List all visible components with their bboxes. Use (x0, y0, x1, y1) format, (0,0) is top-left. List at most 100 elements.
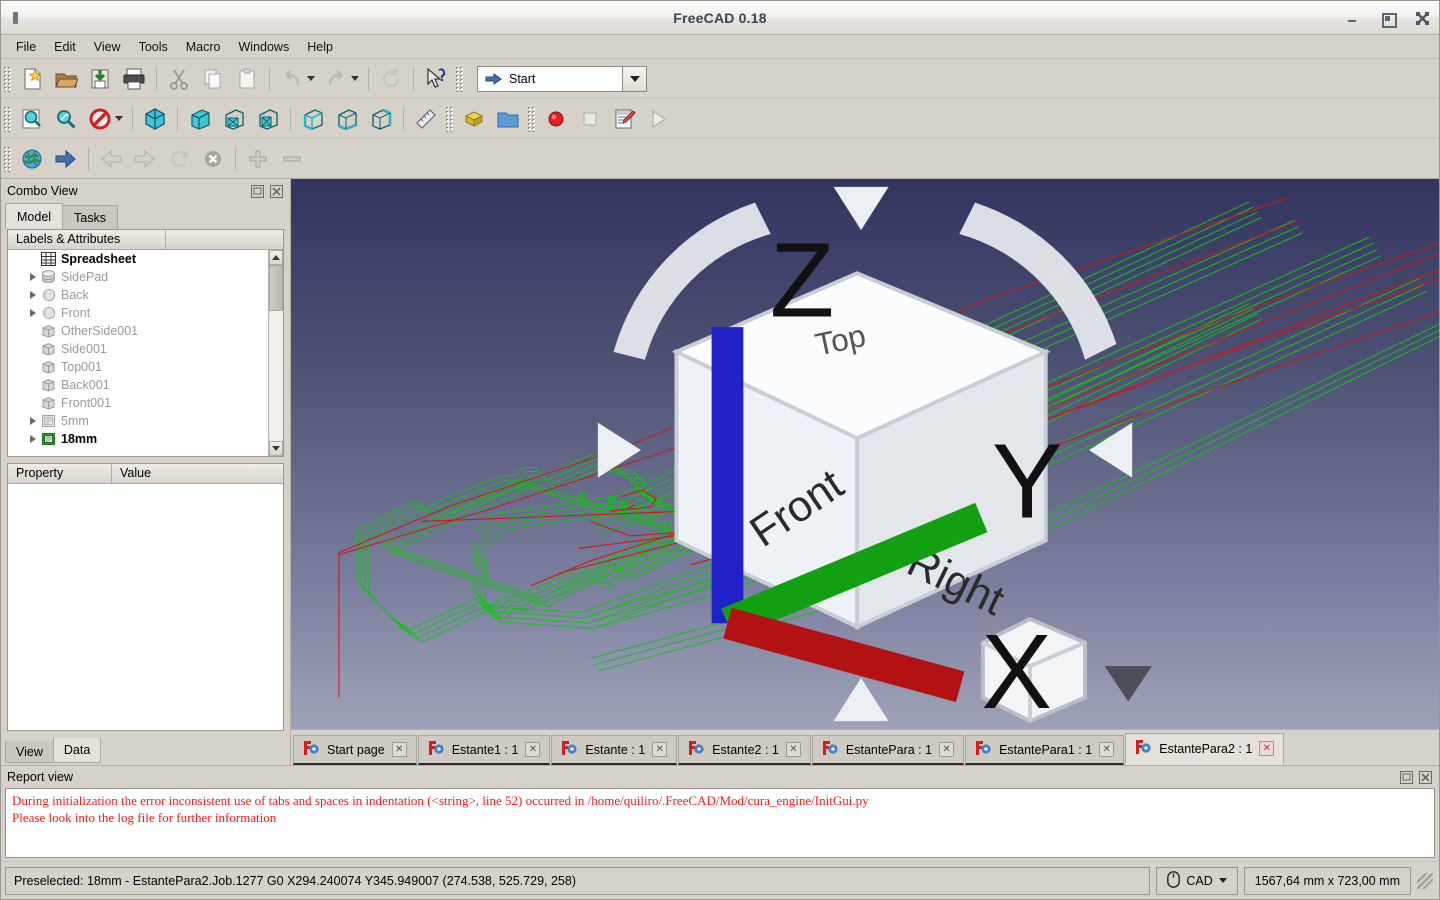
axonometric-view-button[interactable] (138, 103, 172, 135)
document-tab-estante2[interactable]: Estante2 : 1 ✕ (678, 735, 811, 765)
macro-record-button[interactable] (539, 103, 573, 135)
tree-body[interactable]: Spreadsheet SidePad Back Front OtherSide… (8, 250, 283, 456)
web-browser-button[interactable] (15, 143, 49, 175)
toolbar-grip[interactable] (3, 65, 12, 92)
cut-button[interactable] (162, 63, 196, 95)
macro-stop-button[interactable] (573, 103, 607, 135)
tab-view[interactable]: View (5, 741, 54, 763)
close-button[interactable] (1416, 11, 1429, 25)
zoom-out-button[interactable] (275, 143, 309, 175)
top-view-button[interactable] (217, 103, 251, 135)
tree-item-back[interactable]: Back (8, 286, 283, 304)
document-tab-start-page[interactable]: Start page ✕ (293, 735, 417, 765)
print-document-button[interactable] (117, 63, 151, 95)
bottom-view-button[interactable] (330, 103, 364, 135)
tree-item-5mm[interactable]: 5mm (8, 412, 283, 430)
property-column-header-property[interactable]: Property (8, 464, 112, 483)
tab-tasks[interactable]: Tasks (62, 205, 118, 229)
redo-button[interactable] (319, 63, 353, 95)
workbench-selector[interactable]: Start (477, 65, 647, 92)
close-tab-icon[interactable]: ✕ (391, 742, 407, 757)
menu-tools[interactable]: Tools (130, 37, 177, 57)
scrollbar-thumb[interactable] (269, 265, 283, 311)
resize-grip[interactable] (1417, 872, 1433, 889)
menu-macro[interactable]: Macro (177, 37, 230, 57)
macro-execute-button[interactable] (641, 103, 675, 135)
tree-item-front001[interactable]: Front001 (8, 394, 283, 412)
expand-arrow-icon[interactable] (26, 309, 39, 317)
minimize-button[interactable] (1346, 12, 1359, 25)
toolbar-grip[interactable] (445, 105, 454, 132)
maximize-button[interactable] (1381, 12, 1397, 28)
workbench-dropdown-arrow[interactable] (622, 66, 646, 91)
tree-item-otherside001[interactable]: OtherSide001 (8, 322, 283, 340)
expand-arrow-icon[interactable] (26, 291, 39, 299)
copy-button[interactable] (196, 63, 230, 95)
close-tab-icon[interactable]: ✕ (939, 742, 955, 757)
refresh-button[interactable] (374, 63, 408, 95)
tree-item-top001[interactable]: Top001 (8, 358, 283, 376)
scroll-down-button[interactable] (269, 441, 283, 456)
menu-windows[interactable]: Windows (230, 37, 299, 57)
property-column-header-value[interactable]: Value (112, 464, 283, 483)
close-tab-icon[interactable]: ✕ (785, 742, 801, 757)
macro-editor-button[interactable] (607, 103, 641, 135)
tree-item-back001[interactable]: Back001 (8, 376, 283, 394)
back-button[interactable] (94, 143, 128, 175)
paste-button[interactable] (230, 63, 264, 95)
undo-button[interactable] (275, 63, 309, 95)
report-view-content[interactable]: During initialization the error inconsis… (5, 788, 1435, 858)
3d-viewport[interactable]: Front Right Top Z Y X (291, 179, 1439, 729)
tree-item-side001[interactable]: Side001 (8, 340, 283, 358)
menu-help[interactable]: Help (298, 37, 342, 57)
tree-item-sidepad[interactable]: SidePad (8, 268, 283, 286)
expand-arrow-icon[interactable] (26, 417, 39, 425)
chevron-down-icon[interactable] (1218, 878, 1227, 883)
close-tab-icon[interactable]: ✕ (652, 742, 668, 757)
document-tab-estante1[interactable]: Estante1 : 1 ✕ (417, 735, 551, 765)
menu-view[interactable]: View (85, 37, 130, 57)
navigation-style-selector[interactable]: CAD (1156, 866, 1238, 895)
tree-item-18mm[interactable]: 18mm (8, 430, 283, 448)
toolbar-grip[interactable] (3, 145, 12, 172)
document-tab-estantepara[interactable]: EstantePara : 1 ✕ (811, 735, 965, 765)
rear-view-button[interactable] (296, 103, 330, 135)
draw-style-button[interactable] (83, 103, 117, 135)
scrollbar-track[interactable] (269, 265, 283, 441)
go-to-page-button[interactable] (49, 143, 83, 175)
tree-header-labels[interactable]: Labels & Attributes (8, 230, 166, 249)
close-tab-icon[interactable]: ✕ (525, 742, 541, 757)
fit-all-button[interactable] (15, 103, 49, 135)
save-document-button[interactable] (83, 63, 117, 95)
whats-this-button[interactable] (419, 63, 453, 95)
close-icon[interactable] (269, 184, 284, 199)
tree-vertical-scrollbar[interactable] (268, 250, 283, 456)
toolbar-grip[interactable] (3, 105, 12, 132)
document-tab-estante[interactable]: Estante : 1 ✕ (551, 735, 678, 765)
tree-item-front[interactable]: Front (8, 304, 283, 322)
left-view-button[interactable] (364, 103, 398, 135)
reload-button[interactable] (162, 143, 196, 175)
property-rows[interactable] (8, 484, 283, 730)
zoom-selection-button[interactable] (49, 103, 83, 135)
menu-edit[interactable]: Edit (45, 37, 85, 57)
tab-model[interactable]: Model (5, 203, 64, 229)
stop-loading-button[interactable] (196, 143, 230, 175)
float-icon[interactable] (1399, 770, 1414, 785)
new-document-button[interactable] (15, 63, 49, 95)
zoom-in-button[interactable] (241, 143, 275, 175)
float-icon[interactable] (250, 184, 265, 199)
tree-item-spreadsheet[interactable]: Spreadsheet (8, 250, 283, 268)
close-tab-icon[interactable]: ✕ (1099, 742, 1115, 757)
workbench-default-button[interactable] (457, 103, 491, 135)
open-document-button[interactable] (49, 63, 83, 95)
document-tab-estantepara2[interactable]: EstantePara2 : 1 ✕ (1125, 733, 1285, 765)
right-view-button[interactable] (251, 103, 285, 135)
undo-dropdown-arrow[interactable] (307, 76, 315, 81)
close-tab-icon[interactable]: ✕ (1259, 741, 1275, 756)
expand-arrow-icon[interactable] (26, 435, 39, 443)
document-tab-estantepara1[interactable]: EstantePara1 : 1 ✕ (965, 735, 1125, 765)
scroll-up-button[interactable] (269, 250, 283, 265)
draw-style-dropdown-arrow[interactable] (115, 116, 123, 121)
toolbar-grip[interactable] (527, 105, 536, 132)
